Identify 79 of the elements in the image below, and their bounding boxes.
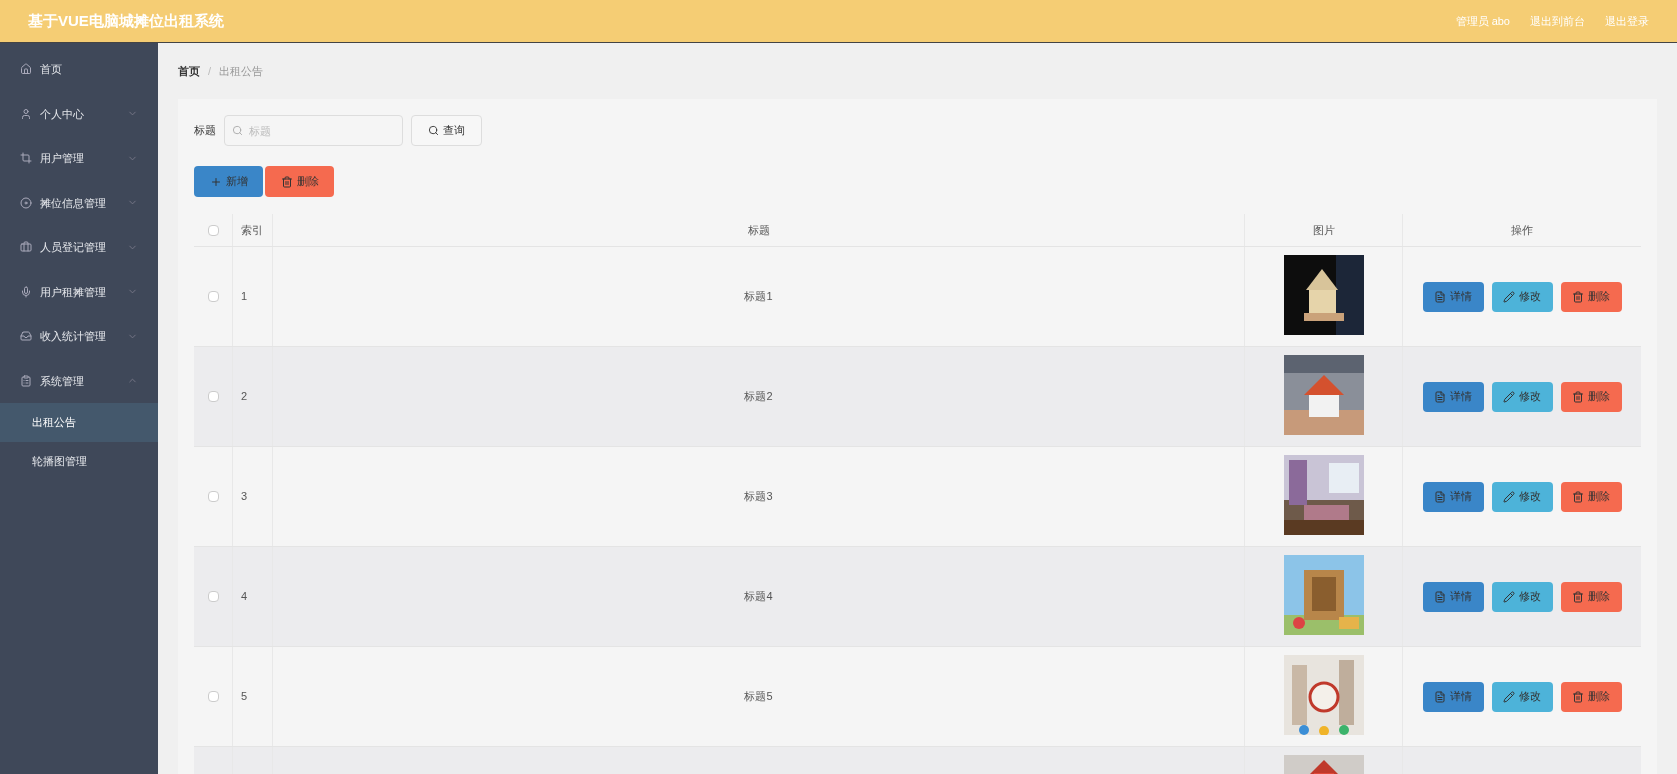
trash-icon bbox=[280, 175, 293, 188]
sidebar-subitem[interactable]: 轮播图管理 bbox=[0, 442, 158, 481]
checkbox[interactable] bbox=[207, 224, 219, 236]
table-cell-text: 4 bbox=[241, 589, 248, 605]
detail-button[interactable]: 详情 bbox=[1422, 281, 1484, 312]
search-icon bbox=[232, 125, 243, 136]
detail-button[interactable]: 详情 bbox=[1422, 681, 1484, 712]
document-icon bbox=[1434, 590, 1446, 603]
trash-icon bbox=[1572, 390, 1584, 403]
detail-button[interactable]: 详情 bbox=[1422, 381, 1484, 412]
edit-button[interactable]: 修改 bbox=[1491, 581, 1553, 612]
document-icon bbox=[1434, 390, 1446, 403]
sidebar-subitem[interactable]: 出租公告 bbox=[0, 403, 158, 442]
microphone-icon bbox=[20, 285, 32, 298]
pencil-icon bbox=[1503, 290, 1515, 303]
document-icon bbox=[1434, 290, 1446, 303]
trash-icon bbox=[1572, 690, 1584, 703]
table-cell-text: 标题3 bbox=[744, 489, 773, 505]
table-cell-text: 标题5 bbox=[744, 689, 773, 705]
column-header: 标题 bbox=[747, 222, 770, 238]
detail-button[interactable]: 详情 bbox=[1422, 581, 1484, 612]
clipboard-icon bbox=[20, 374, 32, 387]
table-cell-text: 标题4 bbox=[744, 589, 773, 605]
pencil-icon bbox=[1503, 590, 1515, 603]
trash-icon bbox=[1572, 590, 1584, 603]
table-cell-text: 标题1 bbox=[744, 289, 773, 305]
column-header: 索引 bbox=[241, 222, 263, 238]
sidebar-item[interactable]: 摊位信息管理 bbox=[0, 180, 158, 225]
trash-icon bbox=[1572, 290, 1584, 303]
crop-icon bbox=[20, 152, 32, 165]
sidebar-item[interactable]: 人员登记管理 bbox=[0, 225, 158, 270]
search-label: 标题 bbox=[194, 123, 216, 139]
pencil-icon bbox=[1503, 690, 1515, 703]
delete-button[interactable]: 删除 bbox=[1560, 281, 1622, 312]
checkbox[interactable] bbox=[207, 691, 219, 702]
inbox-icon bbox=[20, 330, 32, 343]
column-header: 图片 bbox=[1312, 222, 1335, 238]
edit-button[interactable]: 修改 bbox=[1491, 281, 1553, 312]
sidebar-item[interactable]: 收入统计管理 bbox=[0, 314, 158, 359]
sidebar-item[interactable]: 系统管理 bbox=[0, 358, 158, 403]
breadcrumb-item[interactable]: 首页 bbox=[178, 62, 200, 80]
checkbox[interactable] bbox=[207, 391, 219, 402]
delete-button[interactable]: 删除 bbox=[1560, 481, 1622, 512]
user-icon bbox=[20, 107, 32, 120]
sidebar-item[interactable]: 用户管理 bbox=[0, 136, 158, 181]
delete-button[interactable]: 删除 bbox=[265, 166, 334, 197]
table-cell-text: 3 bbox=[241, 489, 248, 505]
edit-button[interactable]: 修改 bbox=[1491, 381, 1553, 412]
pencil-icon bbox=[1503, 490, 1515, 503]
column-header: 操作 bbox=[1511, 222, 1533, 238]
query-button[interactable]: 查询 bbox=[411, 115, 482, 146]
pencil-icon bbox=[1503, 390, 1515, 403]
table-cell-text: 1 bbox=[241, 289, 248, 305]
table-cell-text: 标题2 bbox=[744, 389, 773, 405]
app-title: 基于VUE电脑城摊位出租系统 bbox=[28, 10, 224, 31]
edit-button[interactable]: 修改 bbox=[1491, 681, 1553, 712]
trash-icon bbox=[1572, 490, 1584, 503]
add-button[interactable]: 新增 bbox=[194, 166, 263, 197]
checkbox[interactable] bbox=[207, 491, 219, 502]
sidebar-item[interactable]: 个人中心 bbox=[0, 91, 158, 136]
document-icon bbox=[1434, 490, 1446, 503]
delete-button[interactable]: 删除 bbox=[1560, 581, 1622, 612]
breadcrumb-separator: / bbox=[208, 63, 212, 79]
edit-button[interactable]: 修改 bbox=[1491, 481, 1553, 512]
search-icon bbox=[428, 125, 439, 136]
delete-button[interactable]: 删除 bbox=[1560, 681, 1622, 712]
plus-icon bbox=[209, 175, 222, 188]
checkbox[interactable] bbox=[207, 291, 219, 302]
document-icon bbox=[1434, 690, 1446, 703]
sidebar-item[interactable]: 首页 bbox=[0, 47, 158, 92]
home-icon bbox=[20, 63, 32, 76]
sidebar-item[interactable]: 用户租摊管理 bbox=[0, 269, 158, 314]
table-cell-text: 5 bbox=[241, 689, 248, 705]
delete-button[interactable]: 删除 bbox=[1560, 381, 1622, 412]
detail-button[interactable]: 详情 bbox=[1422, 481, 1484, 512]
checkbox[interactable] bbox=[207, 591, 219, 602]
table-cell-text: 2 bbox=[241, 389, 248, 405]
disc-icon bbox=[20, 196, 32, 209]
briefcase-icon bbox=[20, 241, 32, 254]
